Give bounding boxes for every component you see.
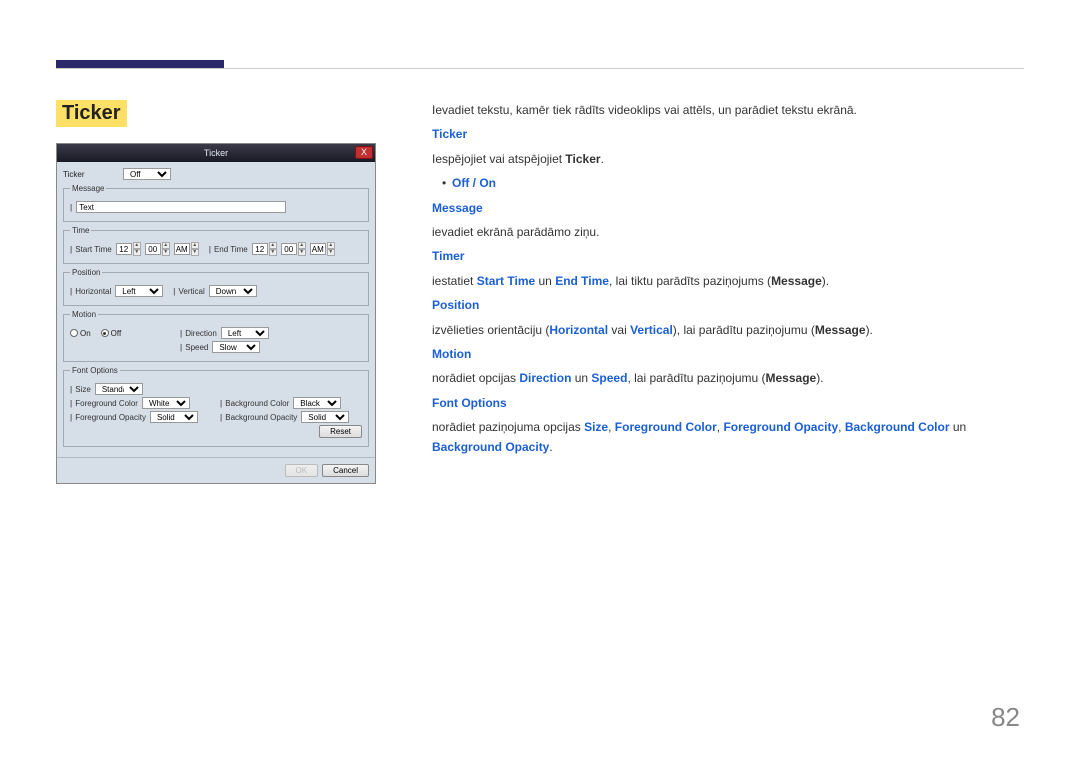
page-number: 82 [991, 702, 1020, 733]
ticker-label: Ticker [63, 170, 119, 179]
ok-button[interactable]: OK [285, 464, 319, 477]
start-hh-spinner[interactable]: ▲▼ [116, 243, 141, 255]
left-column: Ticker Ticker X Ticker Off Message | [56, 100, 396, 484]
section-title: Ticker [56, 100, 127, 127]
vertical-label: Vertical [179, 287, 205, 296]
direction-label: Direction [185, 329, 217, 338]
horizontal-select[interactable]: Left [115, 285, 163, 297]
reset-button[interactable]: Reset [319, 425, 362, 438]
intro-text: Ievadiet tekstu, kamēr tiek rādīts video… [432, 100, 1024, 120]
motion-on-radio[interactable]: On [70, 329, 91, 338]
speed-select[interactable]: Slow [212, 341, 260, 353]
motion-desc: norādiet opcijas Direction un Speed, lai… [432, 368, 1024, 388]
motion-group: Motion On Off |Direction Left [63, 310, 369, 362]
cancel-button[interactable]: Cancel [322, 464, 369, 477]
dialog-titlebar: Ticker X [57, 144, 375, 162]
start-ampm-spinner[interactable]: ▲▼ [174, 243, 199, 255]
ticker-select[interactable]: Off [123, 168, 171, 180]
bg-color-select[interactable]: Black [293, 397, 341, 409]
ticker-dialog: Ticker X Ticker Off Message | [56, 143, 376, 484]
end-mm-spinner[interactable]: ▲▼ [281, 243, 306, 255]
fg-color-select[interactable]: White [142, 397, 190, 409]
dialog-title: Ticker [204, 148, 228, 158]
font-desc: norādiet paziņojuma opcijas Size, Foregr… [432, 417, 1024, 458]
start-time-label: Start Time [75, 245, 111, 254]
motion-heading: Motion [432, 347, 471, 361]
end-ampm-spinner[interactable]: ▲▼ [310, 243, 335, 255]
right-column: Ievadiet tekstu, kamēr tiek rādīts video… [432, 100, 1024, 484]
font-legend: Font Options [70, 366, 120, 375]
message-desc: ievadiet ekrānā parādāmo ziņu. [432, 222, 1024, 242]
font-heading: Font Options [432, 396, 507, 410]
direction-select[interactable]: Left [221, 327, 269, 339]
horizontal-label: Horizontal [75, 287, 111, 296]
position-desc: izvēlieties orientāciju (Horizontal vai … [432, 320, 1024, 340]
ticker-desc: Iespējojiet vai atspējojiet Ticker. [432, 149, 1024, 169]
bg-color-label: Background Color [225, 399, 289, 408]
fg-opacity-label: Foreground Opacity [75, 413, 146, 422]
top-divider [56, 68, 1024, 69]
size-select[interactable]: Standard [95, 383, 143, 395]
accent-bar [56, 60, 224, 68]
message-heading: Message [432, 201, 483, 215]
fg-opacity-select[interactable]: Solid [150, 411, 198, 423]
time-group: Time |Start Time ▲▼ ▲▼ ▲▼ |End Time ▲▼ ▲… [63, 226, 369, 264]
ticker-row: Ticker Off [63, 168, 369, 180]
position-legend: Position [70, 268, 102, 277]
dialog-body: Ticker Off Message | Time [57, 162, 375, 457]
start-mm-spinner[interactable]: ▲▼ [145, 243, 170, 255]
speed-label: Speed [185, 343, 208, 352]
message-group: Message | [63, 184, 369, 222]
end-time-label: End Time [214, 245, 248, 254]
motion-legend: Motion [70, 310, 98, 319]
bg-opacity-select[interactable]: Solid [301, 411, 349, 423]
time-legend: Time [70, 226, 91, 235]
dialog-footer: OK Cancel [57, 457, 375, 483]
position-heading: Position [432, 298, 479, 312]
page-content: Ticker Ticker X Ticker Off Message | [56, 100, 1024, 484]
end-hh-spinner[interactable]: ▲▼ [252, 243, 277, 255]
motion-off-radio[interactable]: Off [101, 329, 122, 338]
timer-heading: Timer [432, 249, 464, 263]
fg-color-label: Foreground Color [75, 399, 138, 408]
font-group: Font Options |Size Standard |Foreground … [63, 366, 369, 447]
vertical-select[interactable]: Down [209, 285, 257, 297]
size-label: Size [75, 385, 91, 394]
bg-opacity-label: Background Opacity [225, 413, 297, 422]
off-on-option: Off / On [452, 176, 496, 190]
close-button[interactable]: X [355, 146, 373, 159]
timer-desc: iestatiet Start Time un End Time, lai ti… [432, 271, 1024, 291]
position-group: Position |Horizontal Left |Vertical Down [63, 268, 369, 306]
ticker-heading: Ticker [432, 127, 467, 141]
message-legend: Message [70, 184, 106, 193]
message-input[interactable] [76, 201, 286, 213]
